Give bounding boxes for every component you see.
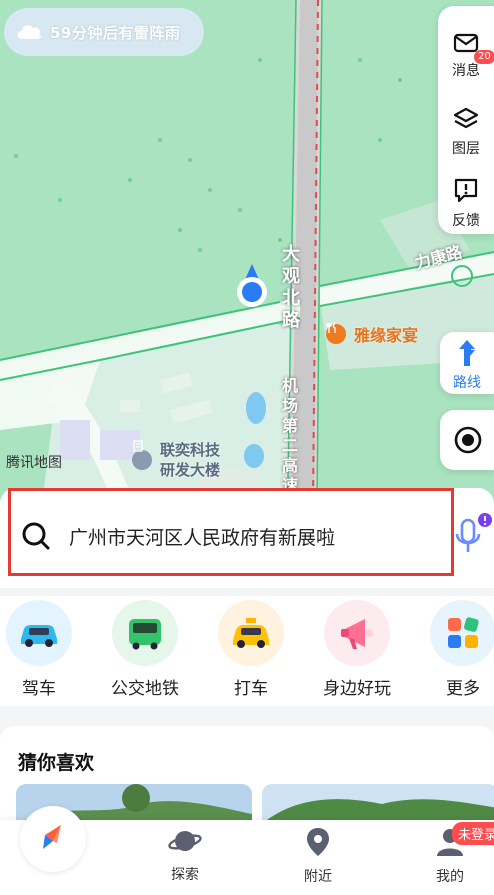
poi-lianyi[interactable]: 联奕科技 研发大楼	[132, 440, 220, 480]
building-icon	[132, 440, 152, 470]
megaphone-icon	[324, 600, 390, 666]
road-label-daguan: 大观北路	[282, 244, 300, 331]
tab-explore[interactable]: 探索	[145, 826, 225, 884]
planet-icon	[168, 831, 202, 860]
quick-bus-label: 公交地铁	[111, 679, 179, 699]
search-icon	[21, 521, 51, 555]
tab-nearby-label: 附近	[304, 869, 332, 885]
bus-icon	[112, 600, 178, 666]
quick-nearby-fun[interactable]: 身边好玩	[312, 600, 402, 699]
quick-drive[interactable]: 驾车	[0, 600, 84, 699]
route-button[interactable]: 路线	[440, 332, 494, 394]
tab-nearby[interactable]: 附近	[278, 826, 358, 886]
poi-lianyi-line1: 联奕科技	[160, 441, 221, 459]
quick-nearby-fun-label: 身边好玩	[323, 679, 391, 699]
poi-yayuan[interactable]: 雅缘家宴	[326, 322, 418, 346]
taxi-icon	[218, 600, 284, 666]
poi-lianyi-line2: 研发大楼	[160, 461, 221, 479]
search-bar[interactable]: 广州市天河区人民政府有新展啦	[0, 488, 494, 588]
quick-taxi[interactable]: 打车	[206, 600, 296, 699]
mic-icon	[452, 513, 492, 560]
feedback-label: 反馈	[452, 213, 480, 229]
layers-label: 图层	[452, 141, 480, 157]
search-highlight: 广州市天河区人民政府有新展啦	[8, 488, 454, 576]
user-icon	[435, 829, 465, 862]
quick-more[interactable]: 更多	[418, 600, 494, 699]
feedback-button[interactable]: 反馈	[438, 176, 494, 230]
voice-search-button[interactable]	[452, 512, 492, 560]
search-input[interactable]: 广州市天河区人民政府有新展啦	[69, 523, 335, 550]
poi-yayuan-label: 雅缘家宴	[354, 326, 419, 345]
road-label-airport: 机场第二高速	[282, 376, 299, 495]
messages-button[interactable]: 20 消息	[438, 32, 494, 80]
quick-bus[interactable]: 公交地铁	[100, 600, 190, 699]
feedback-icon	[452, 178, 480, 208]
message-badge: 20	[474, 50, 494, 64]
bottom-tabbar: 探索 附近 我的	[0, 806, 494, 895]
tab-explore-label: 探索	[171, 867, 199, 883]
card-image	[262, 784, 494, 824]
route-arrow-icon	[440, 338, 494, 372]
pin-icon	[304, 828, 332, 862]
car-icon	[6, 600, 72, 666]
quick-drive-label: 驾车	[22, 679, 56, 699]
quick-more-label: 更多	[446, 679, 480, 699]
locate-button[interactable]	[440, 410, 494, 470]
layers-icon	[452, 107, 480, 136]
locate-icon	[453, 425, 483, 459]
quick-actions: 驾车 公交地铁 打车 身边好玩 更多	[0, 596, 494, 706]
tab-mine-label: 我的	[436, 869, 464, 885]
quick-taxi-label: 打车	[234, 679, 268, 699]
home-tab[interactable]	[20, 806, 86, 872]
weather-text: 59分钟后有雷阵雨	[50, 23, 181, 42]
weather-alert[interactable]: 59分钟后有雷阵雨	[4, 8, 204, 56]
not-logged-in-badge: 未登录	[452, 822, 494, 845]
map-attribution: 腾讯地图	[6, 455, 62, 471]
route-label: 路线	[453, 375, 481, 391]
recommend-card[interactable]	[262, 784, 494, 824]
compass-icon	[35, 819, 71, 859]
restaurant-icon	[326, 322, 346, 344]
map-tools-panel: 20 消息 图层 反馈	[438, 6, 494, 234]
grid-more-icon	[430, 600, 494, 666]
layers-button[interactable]: 图层	[438, 106, 494, 158]
recommend-title: 猜你喜欢	[18, 752, 95, 774]
cloud-icon	[14, 19, 44, 45]
